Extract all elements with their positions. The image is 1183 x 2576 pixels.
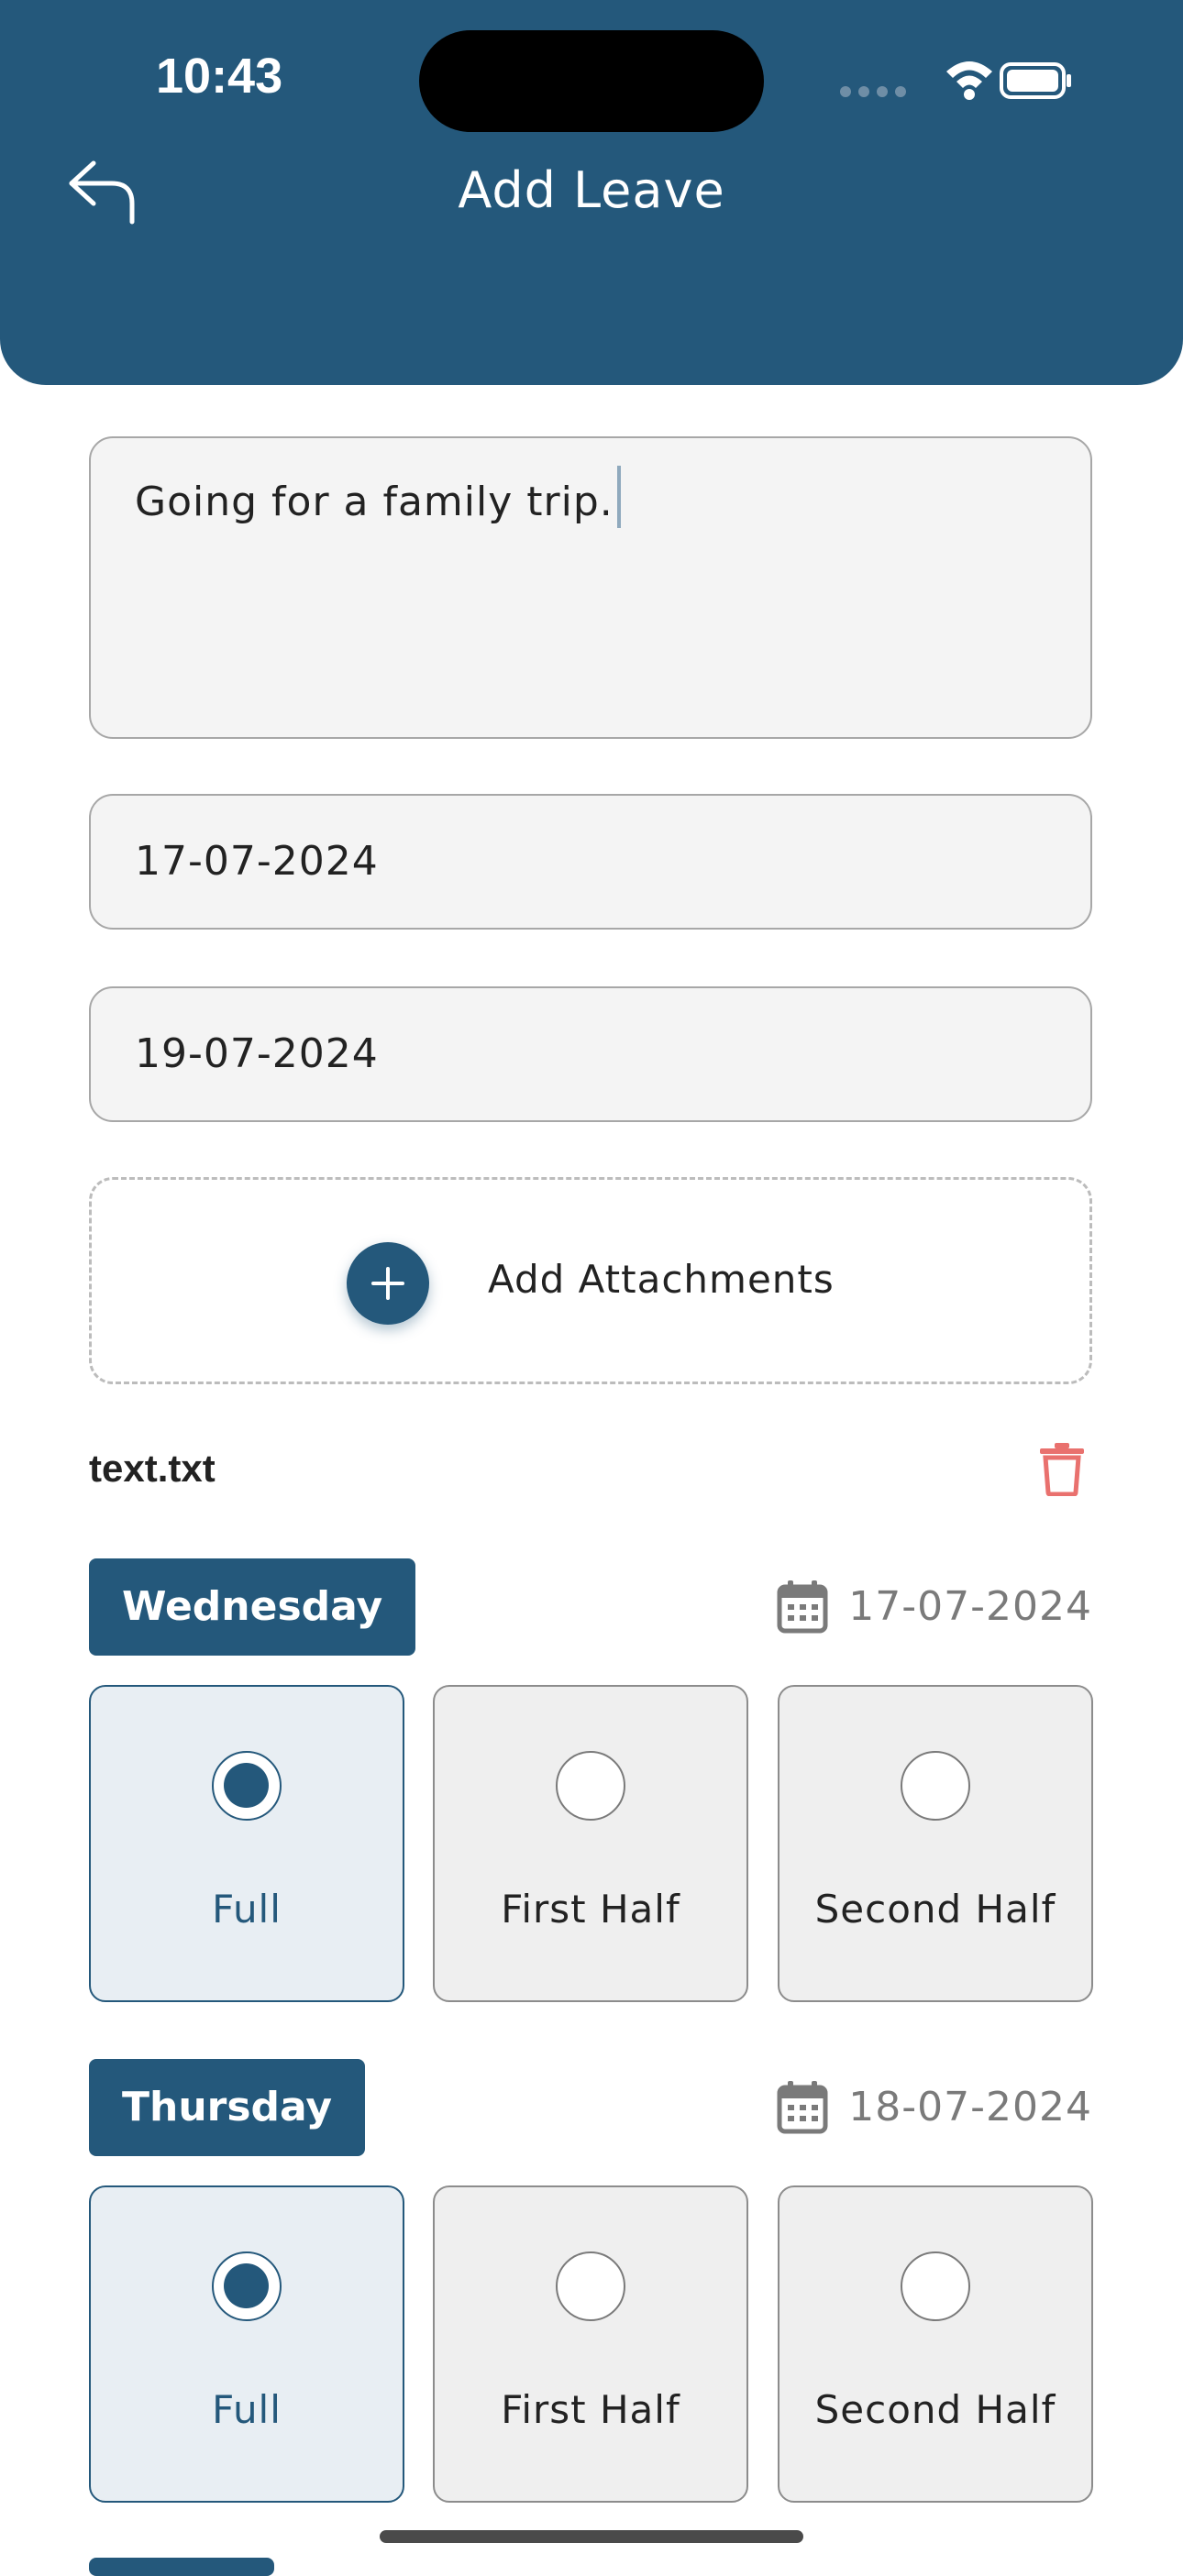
- radio-unselected-icon: [901, 2251, 970, 2321]
- day-badge-thursday: Thursday: [89, 2059, 366, 2156]
- to-date-field[interactable]: 19-07-2024: [89, 986, 1092, 1122]
- reason-text: Going for a family trip.: [135, 479, 614, 525]
- option-first-half-thursday[interactable]: First Half: [433, 2185, 748, 2503]
- option-label: First Half: [501, 1887, 680, 1932]
- day-date-text: 18-07-2024: [848, 2083, 1092, 2130]
- wifi-icon: [946, 61, 992, 100]
- option-second-half-wednesday[interactable]: Second Half: [778, 1685, 1093, 2002]
- add-attachments-label: Add Attachments: [488, 1257, 835, 1302]
- radio-unselected-icon: [556, 1751, 625, 1821]
- from-date-value: 17-07-2024: [135, 838, 379, 885]
- battery-icon: [1000, 62, 1071, 99]
- to-date-value: 19-07-2024: [135, 1030, 379, 1077]
- attachment-file-name: text.txt: [89, 1447, 216, 1490]
- day-date-thursday: 18-07-2024: [777, 2079, 1092, 2134]
- plus-icon: [347, 1242, 429, 1325]
- option-label: Second Half: [814, 2387, 1056, 2432]
- day-badge-wednesday: Wednesday: [89, 1558, 416, 1656]
- day-date-wednesday: 17-07-2024: [777, 1579, 1092, 1634]
- day-date-text: 17-07-2024: [848, 1582, 1092, 1630]
- radio-selected-icon: [212, 1751, 282, 1821]
- option-second-half-thursday[interactable]: Second Half: [778, 2185, 1093, 2503]
- status-icons: [836, 55, 1075, 106]
- option-label: First Half: [501, 2387, 680, 2432]
- add-attachments-button[interactable]: Add Attachments: [89, 1177, 1092, 1384]
- option-label: Second Half: [814, 1887, 1056, 1932]
- radio-unselected-icon: [901, 1751, 970, 1821]
- radio-selected-icon: [212, 2251, 282, 2321]
- cellular-signal-icon: [840, 86, 906, 97]
- calendar-icon: [777, 2081, 828, 2134]
- delete-attachment-trash-icon[interactable]: [1038, 1441, 1086, 1497]
- calendar-icon: [777, 1580, 828, 1634]
- option-label: Full: [212, 1887, 282, 1932]
- status-time: 10:43: [156, 49, 283, 104]
- next-day-badge: [89, 2558, 274, 2576]
- reason-textarea[interactable]: Going for a family trip.: [89, 436, 1092, 739]
- app-header: 10:43 Add Leave: [0, 0, 1183, 385]
- option-full-wednesday[interactable]: Full: [89, 1685, 404, 2002]
- dynamic-island: [419, 30, 764, 132]
- option-full-thursday[interactable]: Full: [89, 2185, 404, 2503]
- option-label: Full: [212, 2387, 282, 2432]
- page-title: Add Leave: [458, 161, 725, 219]
- option-first-half-wednesday[interactable]: First Half: [433, 1685, 748, 2002]
- radio-unselected-icon: [556, 2251, 625, 2321]
- text-caret: [616, 466, 621, 528]
- home-indicator[interactable]: [380, 2530, 803, 2543]
- from-date-field[interactable]: 17-07-2024: [89, 794, 1092, 930]
